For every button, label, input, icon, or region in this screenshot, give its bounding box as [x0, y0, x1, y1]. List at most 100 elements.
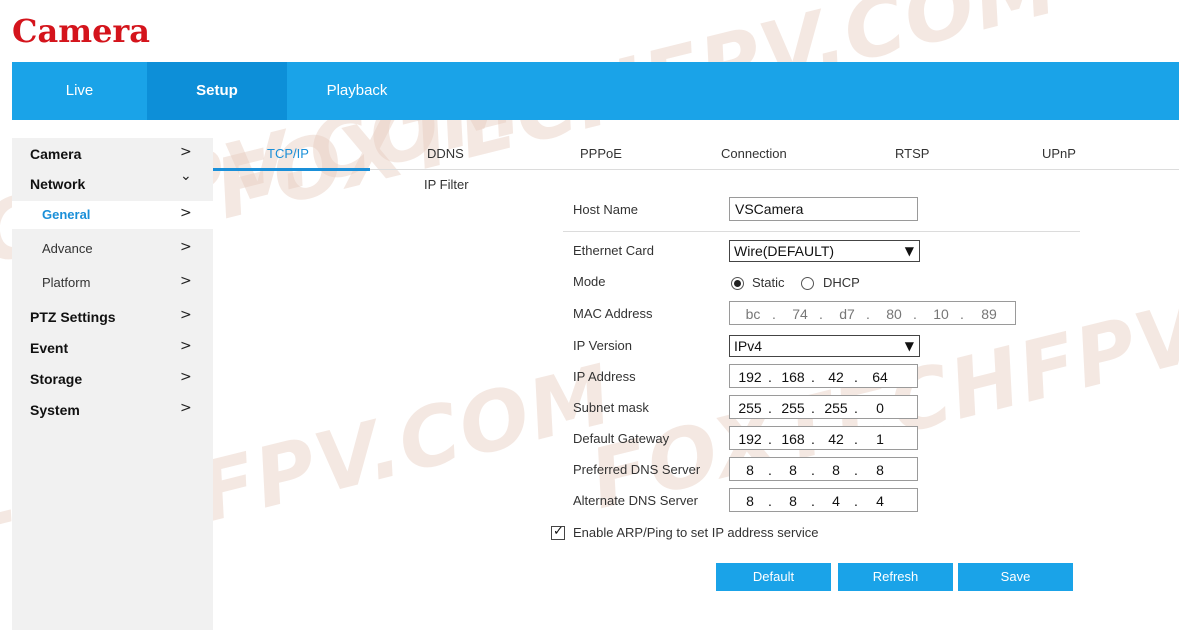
separator: . — [768, 462, 772, 478]
mac-octet: d7 — [839, 306, 855, 322]
separator: . — [811, 400, 815, 416]
mode-dhcp-radio[interactable] — [801, 277, 814, 290]
gateway-octet[interactable]: 168 — [778, 431, 808, 447]
subnet-mask-label: Subnet mask — [573, 400, 649, 415]
ip-octet[interactable]: 168 — [778, 369, 808, 385]
sidebar-item-label: Platform — [42, 275, 91, 290]
subnet-octet[interactable]: 255 — [735, 400, 765, 416]
mac-address-field: bc . 74 . d7 . 80 . 10 . 89 — [729, 301, 1016, 325]
mode-static-label: Static — [752, 275, 785, 290]
separator: . — [768, 369, 772, 385]
subnet-octet[interactable]: 0 — [865, 400, 895, 416]
mac-octet: 74 — [792, 306, 808, 322]
subnet-octet[interactable]: 255 — [778, 400, 808, 416]
top-navigation-bar: Live Setup Playback — [12, 62, 1179, 120]
sidebar-item-storage[interactable]: Storage > — [12, 365, 213, 393]
separator: . — [854, 462, 858, 478]
separator: . — [913, 306, 917, 322]
gateway-octet[interactable]: 192 — [735, 431, 765, 447]
separator: . — [854, 493, 858, 509]
dns-octet[interactable]: 4 — [865, 493, 895, 509]
dns-octet[interactable]: 4 — [821, 493, 851, 509]
sidebar-item-general[interactable]: General > — [12, 201, 213, 229]
dns-octet[interactable]: 8 — [735, 493, 765, 509]
sidebar-item-advance[interactable]: Advance > — [12, 235, 213, 263]
default-button[interactable]: Default — [716, 563, 831, 591]
ip-octet[interactable]: 64 — [865, 369, 895, 385]
ip-version-value: IPv4 — [734, 338, 763, 354]
sidebar-item-ptz-settings[interactable]: PTZ Settings > — [12, 303, 213, 331]
sidebar: Camera > Network ⌄ General > Advance > P… — [12, 138, 213, 630]
separator: . — [772, 306, 776, 322]
enable-arp-checkbox[interactable] — [551, 524, 565, 540]
network-subtabs: TCP/IP DDNS PPPoE Connection RTSP UPnP — [213, 138, 1179, 170]
sidebar-item-camera[interactable]: Camera > — [12, 140, 213, 168]
subtab-rtsp[interactable]: RTSP — [895, 146, 929, 161]
dns-octet[interactable]: 8 — [778, 462, 808, 478]
gateway-octet[interactable]: 42 — [821, 431, 851, 447]
alternate-dns-label: Alternate DNS Server — [573, 493, 698, 508]
alternate-dns-field[interactable]: 8 . 8 . 4 . 4 — [729, 488, 918, 512]
sidebar-item-label: System — [30, 402, 80, 418]
subnet-octet[interactable]: 255 — [821, 400, 851, 416]
sidebar-item-label: General — [42, 207, 91, 222]
subtab-ddns[interactable]: DDNS — [427, 146, 464, 161]
ethernet-card-label: Ethernet Card — [573, 243, 654, 258]
chevron-down-icon: ▼ — [904, 339, 914, 353]
sidebar-item-event[interactable]: Event > — [12, 334, 213, 362]
separator: . — [854, 400, 858, 416]
sidebar-item-platform[interactable]: Platform > — [12, 269, 213, 297]
preferred-dns-field[interactable]: 8 . 8 . 8 . 8 — [729, 457, 918, 481]
save-button[interactable]: Save — [958, 563, 1073, 591]
mac-octet: 10 — [933, 306, 949, 322]
dns-octet[interactable]: 8 — [735, 462, 765, 478]
mac-octet: 89 — [981, 306, 997, 322]
subnet-mask-field[interactable]: 255 . 255 . 255 . 0 — [729, 395, 918, 419]
ip-octet[interactable]: 192 — [735, 369, 765, 385]
form-divider — [563, 231, 1080, 232]
dns-octet[interactable]: 8 — [821, 462, 851, 478]
sidebar-item-network[interactable]: Network ⌄ — [12, 168, 213, 198]
chevron-right-icon: > — [180, 144, 192, 160]
subtab-connection[interactable]: Connection — [721, 146, 787, 161]
tab-playback[interactable]: Playback — [287, 62, 427, 120]
separator: . — [811, 493, 815, 509]
subtab-ip-filter[interactable]: IP Filter — [424, 177, 469, 192]
mode-label: Mode — [573, 274, 606, 289]
sidebar-item-label: Network — [30, 176, 86, 192]
separator: . — [811, 462, 815, 478]
gateway-octet[interactable]: 1 — [865, 431, 895, 447]
subtab-tcp-ip[interactable]: TCP/IP — [267, 146, 309, 161]
subtab-pppoe[interactable]: PPPoE — [580, 146, 622, 161]
sidebar-item-system[interactable]: System > — [12, 396, 213, 424]
ethernet-card-select[interactable]: Wire(DEFAULT) ▼ — [729, 240, 920, 262]
default-gateway-field[interactable]: 192 . 168 . 42 . 1 — [729, 426, 918, 450]
tab-live[interactable]: Live — [12, 62, 147, 120]
host-name-label: Host Name — [573, 202, 639, 217]
default-gateway-label: Default Gateway — [573, 431, 670, 446]
separator: . — [811, 431, 815, 447]
subtab-upnp[interactable]: UPnP — [1042, 146, 1076, 161]
sidebar-item-label: Storage — [30, 371, 83, 387]
ip-version-label: IP Version — [573, 338, 633, 353]
chevron-down-icon: ▼ — [904, 244, 914, 258]
host-name-input[interactable]: VSCamera — [729, 197, 918, 221]
sidebar-item-label: Advance — [42, 241, 93, 256]
chevron-right-icon: > — [180, 338, 192, 354]
chevron-down-icon: ⌄ — [180, 168, 192, 184]
mac-address-label: MAC Address — [573, 306, 653, 321]
camera-logo: Camera — [12, 12, 151, 50]
refresh-button[interactable]: Refresh — [838, 563, 953, 591]
dns-octet[interactable]: 8 — [865, 462, 895, 478]
ip-address-label: IP Address — [573, 369, 636, 384]
tab-setup[interactable]: Setup — [147, 62, 287, 120]
ip-octet[interactable]: 42 — [821, 369, 851, 385]
active-tab-underline — [213, 168, 370, 171]
chevron-right-icon: > — [180, 369, 192, 385]
ip-version-select[interactable]: IPv4 ▼ — [729, 335, 920, 357]
mode-static-radio[interactable] — [731, 277, 744, 290]
mac-octet: bc — [745, 306, 761, 322]
dns-octet[interactable]: 8 — [778, 493, 808, 509]
chevron-right-icon: > — [180, 400, 192, 416]
ip-address-field[interactable]: 192 . 168 . 42 . 64 — [729, 364, 918, 388]
